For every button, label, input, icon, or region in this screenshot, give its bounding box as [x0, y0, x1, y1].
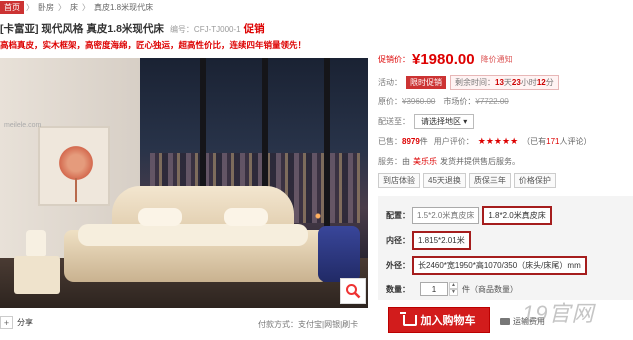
shipping-row: 配送至： 请选择地区 ▾	[378, 114, 475, 129]
product-info: 促销价： ¥1980.00 降价通知 活动： 限时促销 剩余时间：13天23小时…	[378, 0, 633, 340]
payment-methods: 付款方式：支付宝|网银|刷卡	[258, 320, 359, 329]
cart-icon	[399, 311, 417, 326]
quantity-row: 数量： 1 ▲ ▼ 件（商品数量）	[378, 282, 518, 296]
decrease-icon[interactable]: ▼	[449, 289, 458, 296]
plus-icon[interactable]: +	[0, 316, 13, 329]
tag-price-protection[interactable]: 价格保护	[513, 173, 556, 188]
spec-option-1-5[interactable]: 1.5*2.0米真皮床	[412, 207, 480, 224]
region-select-value: 请选择地区	[421, 117, 461, 126]
share-button[interactable]: 分享	[17, 317, 33, 328]
countdown-minutes: 12	[536, 78, 546, 87]
add-to-cart-button[interactable]: 加入购物车	[388, 307, 490, 333]
breadcrumb-bedroom[interactable]: 卧房	[36, 2, 56, 13]
inner-size-value[interactable]: 1.815*2.01米	[412, 231, 471, 250]
image-bed-sheet	[78, 224, 308, 246]
review-count: 171	[546, 137, 560, 146]
service-prefix: 由	[402, 157, 410, 166]
tag-warranty[interactable]: 质保三年	[468, 173, 511, 188]
add-to-cart-label: 加入购物车	[420, 315, 476, 327]
image-pillow	[138, 208, 182, 226]
shipping-label: 配送至：	[378, 117, 410, 126]
magnifier-icon[interactable]	[340, 278, 366, 304]
inner-size-row: 内径： 1.815*2.01米	[386, 231, 474, 250]
breadcrumb-home[interactable]: 首页	[0, 0, 24, 14]
image-nightstand	[14, 256, 60, 294]
star-rating-icon: ★★★★★	[477, 136, 519, 146]
image-pillow	[224, 208, 268, 226]
outer-size-row: 外径： 长2460*宽1950*高1070/350（床头/床尾）mm	[386, 256, 590, 275]
service-text: 发货并提供售后服务。	[440, 157, 520, 166]
breadcrumb-bed[interactable]: 床	[68, 2, 80, 13]
outer-size-value[interactable]: 长2460*宽1950*高1070/350（床头/床尾）mm	[412, 256, 587, 275]
quantity-input[interactable]: 1	[420, 282, 448, 296]
breadcrumb-separator: 〉	[26, 2, 34, 12]
share-area: + 分享	[0, 316, 33, 329]
sold-label: 已售：	[378, 137, 402, 146]
increase-icon[interactable]: ▲	[449, 282, 458, 289]
review-count-prefix: （已有	[522, 137, 547, 146]
countdown-hours: 23	[511, 78, 521, 87]
promo-label: 活动：	[378, 78, 402, 87]
quantity-stepper[interactable]: ▲ ▼	[449, 282, 458, 296]
original-price-value: ¥3960.00	[402, 97, 436, 106]
price-value: ¥1980.00	[412, 51, 475, 68]
service-row: 服务： 由 美乐乐 发货并提供售后服务。	[378, 156, 520, 167]
breadcrumb-current: 真皮1.8米现代床	[94, 2, 154, 12]
quantity-unit: 件（商品数量）	[462, 284, 518, 294]
countdown-hours-unit: 小时	[520, 78, 537, 87]
review-count-link[interactable]: （已有171人评论）	[522, 136, 591, 147]
breadcrumb-separator: 〉	[58, 2, 66, 12]
review-label: 用户评价：	[433, 137, 474, 146]
countdown-minutes-unit: 分	[545, 78, 554, 87]
inner-size-label: 内径：	[386, 236, 410, 245]
original-price-label: 原价：	[378, 97, 402, 106]
spec-row: 配置： 1.5*2.0米真皮床 1.8*2.0米真皮床	[386, 206, 555, 225]
spec-option-1-8-selected[interactable]: 1.8*2.0米真皮床	[482, 206, 552, 225]
sold-count: 8979	[402, 137, 420, 146]
product-title: [卡富亚] 现代风格 真皮1.8米现代床 编号：CFJ-TJ000-1 促销	[0, 21, 265, 36]
countdown-prefix: 剩余时间：	[455, 78, 495, 87]
image-lamp	[26, 230, 46, 256]
countdown-timer: 剩余时间：13天23小时12分	[450, 75, 559, 90]
quantity-label: 数量：	[386, 284, 410, 294]
countdown-days-unit: 天	[503, 78, 512, 87]
sold-unit: 件	[419, 137, 428, 146]
product-slogan: 高档真皮，实木框架，高密度海绵，匠心独运，超高性价比，连续四年销量领先！	[0, 40, 307, 50]
price-label: 促销价：	[378, 55, 410, 64]
painting-stem	[75, 178, 77, 202]
site-watermark: 19官网	[522, 301, 595, 326]
spec-label: 配置：	[386, 211, 410, 220]
store-link[interactable]: 美乐乐	[413, 156, 437, 167]
sales-row: 已售： 8979 件 用户评价： ★★★★★ （已有171人评论）	[378, 136, 592, 147]
truck-icon	[500, 318, 510, 325]
image-painting	[38, 126, 110, 206]
market-price-value: ¥7722.00	[475, 97, 509, 106]
region-select[interactable]: 请选择地区 ▾	[414, 114, 475, 129]
image-armchair	[318, 226, 360, 282]
service-tags: 到店体验 45天退换 质保三年 价格保护	[378, 173, 556, 188]
chevron-down-icon: ▾	[463, 117, 468, 126]
breadcrumb-separator: 〉	[82, 2, 90, 12]
market-price-label: 市场价：	[443, 97, 476, 106]
product-code: 编号：CFJ-TJ000-1	[169, 25, 241, 34]
product-image[interactable]: meilele.com	[0, 58, 368, 308]
promo-tag: 限时促销	[406, 76, 446, 89]
promo-label: 促销	[243, 23, 265, 35]
product-name: [卡富亚] 现代风格 真皮1.8米现代床	[0, 23, 164, 35]
tag-45-day-return[interactable]: 45天退换	[423, 173, 466, 188]
price-row: 促销价： ¥1980.00 降价通知	[378, 51, 513, 68]
tag-store-experience[interactable]: 到店体验	[378, 173, 420, 188]
price-notify-link[interactable]: 降价通知	[481, 54, 513, 65]
image-watermark: meilele.com	[4, 122, 42, 129]
promo-row: 活动： 限时促销 剩余时间：13天23小时12分	[378, 75, 559, 90]
countdown-days: 13	[495, 78, 504, 87]
service-label: 服务：	[378, 157, 402, 166]
outer-size-label: 外径：	[386, 261, 410, 270]
original-price-row: 原价： ¥3960.00 市场价： ¥7722.00	[378, 96, 517, 107]
review-count-suffix: 人评论）	[559, 137, 592, 146]
